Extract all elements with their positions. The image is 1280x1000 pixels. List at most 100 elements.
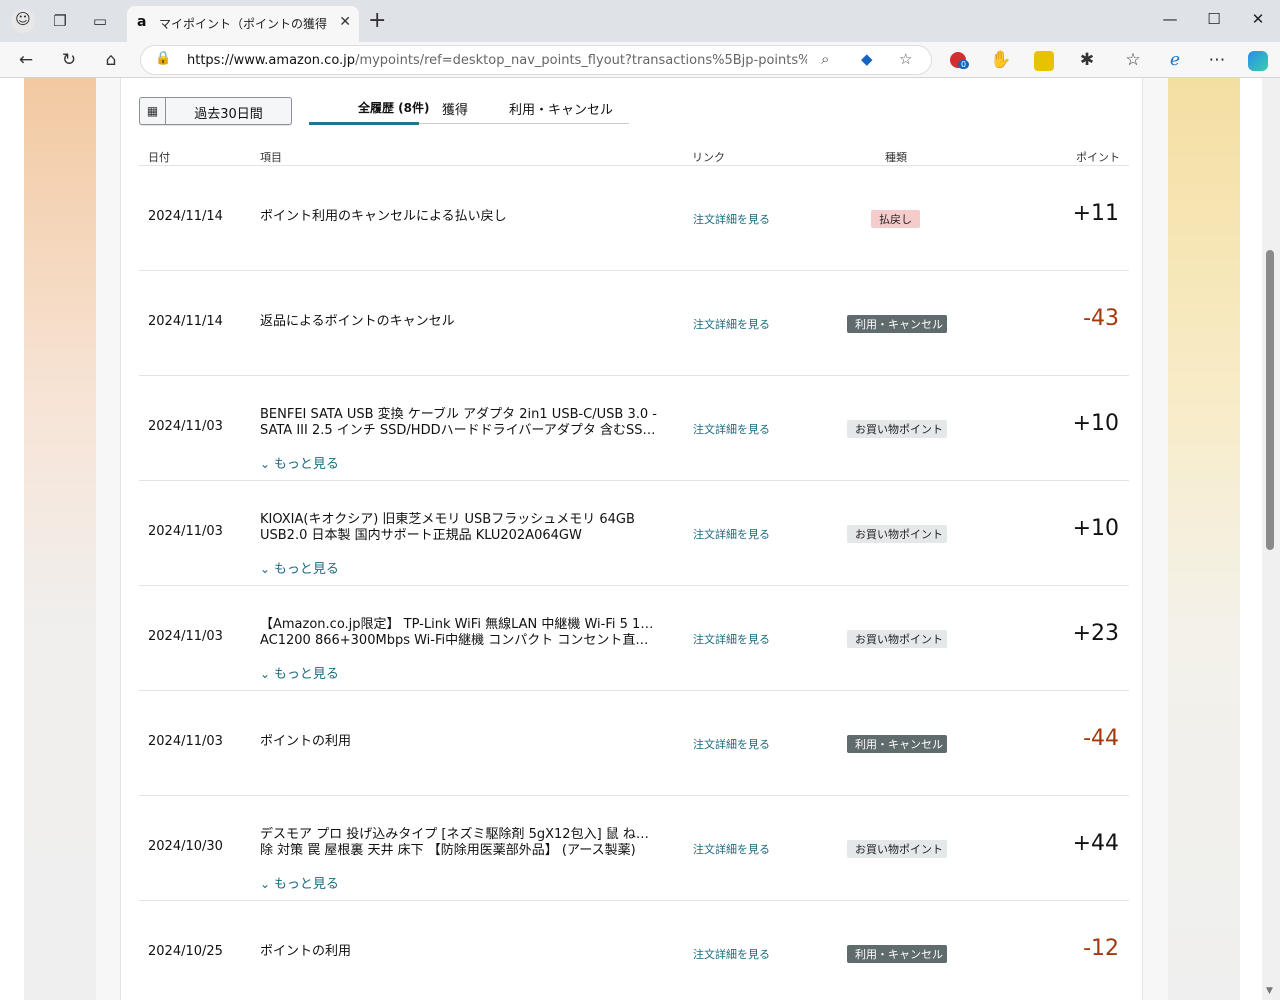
table-row: 2024/11/03 【Amazon.co.jp限定】 TP-Link WiFi … — [139, 586, 1129, 691]
column-points: ポイント — [1076, 151, 1120, 164]
table-header: 日付 項目 リンク 種類 ポイント — [139, 146, 1129, 166]
favorites-list-icon[interactable]: ☆ — [1122, 49, 1144, 71]
amazon-favicon-icon: a — [137, 14, 147, 30]
table-row: 2024/11/03 ポイントの利用 注文詳細を見る 利用・キャンセル -44 — [139, 691, 1129, 796]
points-value: -12 — [1083, 936, 1119, 961]
row-date: 2024/10/30 — [148, 839, 223, 854]
left-gutter — [96, 78, 120, 1000]
refresh-icon[interactable]: ↻ — [58, 49, 80, 71]
right-decor — [1168, 78, 1240, 1000]
extension-yellow-icon[interactable] — [1034, 51, 1054, 71]
collections-browser-icon[interactable]: ℯ — [1164, 49, 1186, 71]
show-more-link[interactable]: ⌄ もっと見る — [260, 663, 339, 682]
points-value: +10 — [1072, 516, 1119, 541]
row-item: BENFEI SATA USB 変換 ケーブル アダプタ 2in1 USB-C/… — [260, 407, 660, 439]
column-item: 項目 — [260, 151, 282, 164]
more-menu-icon[interactable]: ⋯ — [1206, 49, 1228, 71]
type-badge: 利用・キャンセル — [847, 945, 947, 963]
type-badge: お買い物ポイント — [847, 840, 947, 858]
row-date: 2024/11/03 — [148, 524, 223, 539]
points-value: -43 — [1083, 306, 1119, 331]
show-more-label: もっと見る — [273, 457, 339, 472]
points-value: +44 — [1072, 831, 1119, 856]
column-type: 種類 — [885, 151, 907, 164]
scrollbar[interactable]: ▼ — [1262, 78, 1280, 1000]
chevron-down-icon: ⌄ — [260, 562, 274, 576]
home-icon[interactable]: ⌂ — [100, 49, 122, 71]
close-window-icon[interactable]: ✕ — [1248, 10, 1268, 28]
row-item-line: ポイントの利用 — [260, 944, 352, 959]
right-gutter — [1143, 78, 1168, 1000]
collections-icon[interactable]: ❐ — [50, 11, 70, 31]
lock-icon[interactable]: 🔒 — [155, 51, 171, 66]
extension-red-icon[interactable]: 0 — [950, 52, 970, 69]
maximize-icon[interactable]: ☐ — [1204, 10, 1224, 28]
points-history-panel: ▦ 過去30日間 全履歴 (8件) 獲得 利用・キャンセル 日付 項目 リンク … — [120, 78, 1143, 1000]
extensions-puzzle-icon[interactable]: ✱ — [1076, 49, 1098, 71]
date-range-dropdown[interactable]: ▦ 過去30日間 — [139, 97, 292, 125]
tab-title: マイポイント（ポイントの獲得・利用履 — [159, 17, 329, 31]
points-value: +10 — [1072, 411, 1119, 436]
order-details-link[interactable]: 注文詳細を見る — [693, 316, 770, 332]
tab-active[interactable]: a マイポイント（ポイントの獲得・利用履 ✕ — [127, 6, 359, 42]
row-date: 2024/11/03 — [148, 734, 223, 749]
table-row: 2024/11/14 返品によるポイントのキャンセル 注文詳細を見る 利用・キャンセル… — [139, 271, 1129, 376]
row-item-line: ポイント利用のキャンセルによる払い戻し — [260, 209, 507, 224]
row-item: ポイントの利用 — [260, 734, 660, 750]
zoom-icon[interactable]: ⌕ — [821, 50, 829, 68]
order-details-link[interactable]: 注文詳細を見る — [693, 631, 770, 647]
history-tabs: 全履歴 (8件) 獲得 利用・キャンセル — [309, 96, 629, 125]
tab-earned[interactable]: 獲得 — [442, 99, 468, 118]
active-tab-underline — [309, 122, 419, 125]
table-row: 2024/11/14 ポイント利用のキャンセルによる払い戻し 注文詳細を見る 払戻し +… — [139, 166, 1129, 271]
order-details-link[interactable]: 注文詳細を見る — [693, 841, 770, 857]
browser-tab-bar: ☺ ❐ ▭ a マイポイント（ポイントの獲得・利用履 ✕ + — ☐ ✕ — [0, 0, 1280, 42]
minimize-icon[interactable]: — — [1160, 10, 1180, 28]
order-details-link[interactable]: 注文詳細を見る — [693, 946, 770, 962]
row-item-line: AC1200 866+300Mbps Wi-Fi中継機 コンパクト コンセント直… — [260, 633, 660, 648]
type-badge: 利用・キャンセル — [847, 735, 947, 753]
table-row: 2024/11/03 KIOXIA(キオクシア) 旧東芝メモリ USBフラッシュメ… — [139, 481, 1129, 586]
copilot-icon[interactable] — [1248, 51, 1268, 71]
calendar-icon: ▦ — [140, 98, 166, 124]
show-more-link[interactable]: ⌄ もっと見る — [260, 453, 339, 472]
extension-hand-icon[interactable]: ✋ — [990, 49, 1012, 71]
row-item-line: デスモア プロ 投げ込みタイプ [ネズミ駆除剤 5gX12包入] 鼠 ねずみ 駆 — [260, 827, 660, 842]
row-item-line: 返品によるポイントのキャンセル — [260, 314, 455, 329]
order-details-link[interactable]: 注文詳細を見る — [693, 421, 770, 437]
order-details-link[interactable]: 注文詳細を見る — [693, 736, 770, 752]
show-more-label: もっと見る — [273, 667, 339, 682]
row-item: 【Amazon.co.jp限定】 TP-Link WiFi 無線LAN 中継機 … — [260, 617, 660, 649]
row-item-line: SATA III 2.5 インチ SSD/HDDハードドライバーアダプタ 含むS… — [260, 423, 660, 438]
row-date: 2024/11/14 — [148, 209, 223, 224]
tab-all-history[interactable]: 全履歴 (8件) — [358, 99, 430, 116]
type-badge: お買い物ポイント — [847, 525, 947, 543]
chevron-down-icon: ⌄ — [260, 877, 274, 891]
back-icon[interactable]: ← — [15, 49, 37, 71]
scrollbar-thumb[interactable] — [1266, 250, 1274, 550]
table-row: 2024/10/30 デスモア プロ 投げ込みタイプ [ネズミ駆除剤 5gX12包… — [139, 796, 1129, 901]
profile-avatar-icon[interactable]: ☺ — [11, 9, 35, 33]
type-badge: 利用・キャンセル — [847, 315, 947, 333]
column-link: リンク — [692, 151, 725, 164]
vertical-tabs-icon[interactable]: ▭ — [90, 11, 110, 31]
new-tab-button[interactable]: + — [368, 10, 386, 32]
tab-used-cancelled[interactable]: 利用・キャンセル — [509, 99, 613, 118]
favorite-star-icon[interactable]: ☆ — [899, 50, 912, 68]
shopping-tag-icon[interactable]: ◆ — [861, 50, 873, 68]
order-details-link[interactable]: 注文詳細を見る — [693, 526, 770, 542]
chevron-down-icon: ⌄ — [260, 457, 274, 471]
left-decor — [24, 78, 96, 1000]
show-more-link[interactable]: ⌄ もっと見る — [260, 558, 339, 577]
address-bar[interactable]: 🔒 https://www.amazon.co.jp/mypoints/ref=… — [140, 45, 932, 75]
show-more-link[interactable]: ⌄ もっと見る — [260, 873, 339, 892]
row-item-line: ポイントの利用 — [260, 734, 352, 749]
browser-toolbar: ← ↻ ⌂ 🔒 https://www.amazon.co.jp/mypoint… — [0, 42, 1280, 78]
order-details-link[interactable]: 注文詳細を見る — [693, 211, 770, 227]
type-badge: 払戻し — [871, 210, 920, 228]
row-item-line: KIOXIA(キオクシア) 旧東芝メモリ USBフラッシュメモリ 64GB — [260, 512, 635, 527]
points-value: +11 — [1072, 201, 1119, 226]
close-tab-icon[interactable]: ✕ — [339, 14, 351, 30]
scroll-down-arrow-icon[interactable]: ▼ — [1266, 986, 1273, 996]
row-date: 2024/10/25 — [148, 944, 223, 959]
